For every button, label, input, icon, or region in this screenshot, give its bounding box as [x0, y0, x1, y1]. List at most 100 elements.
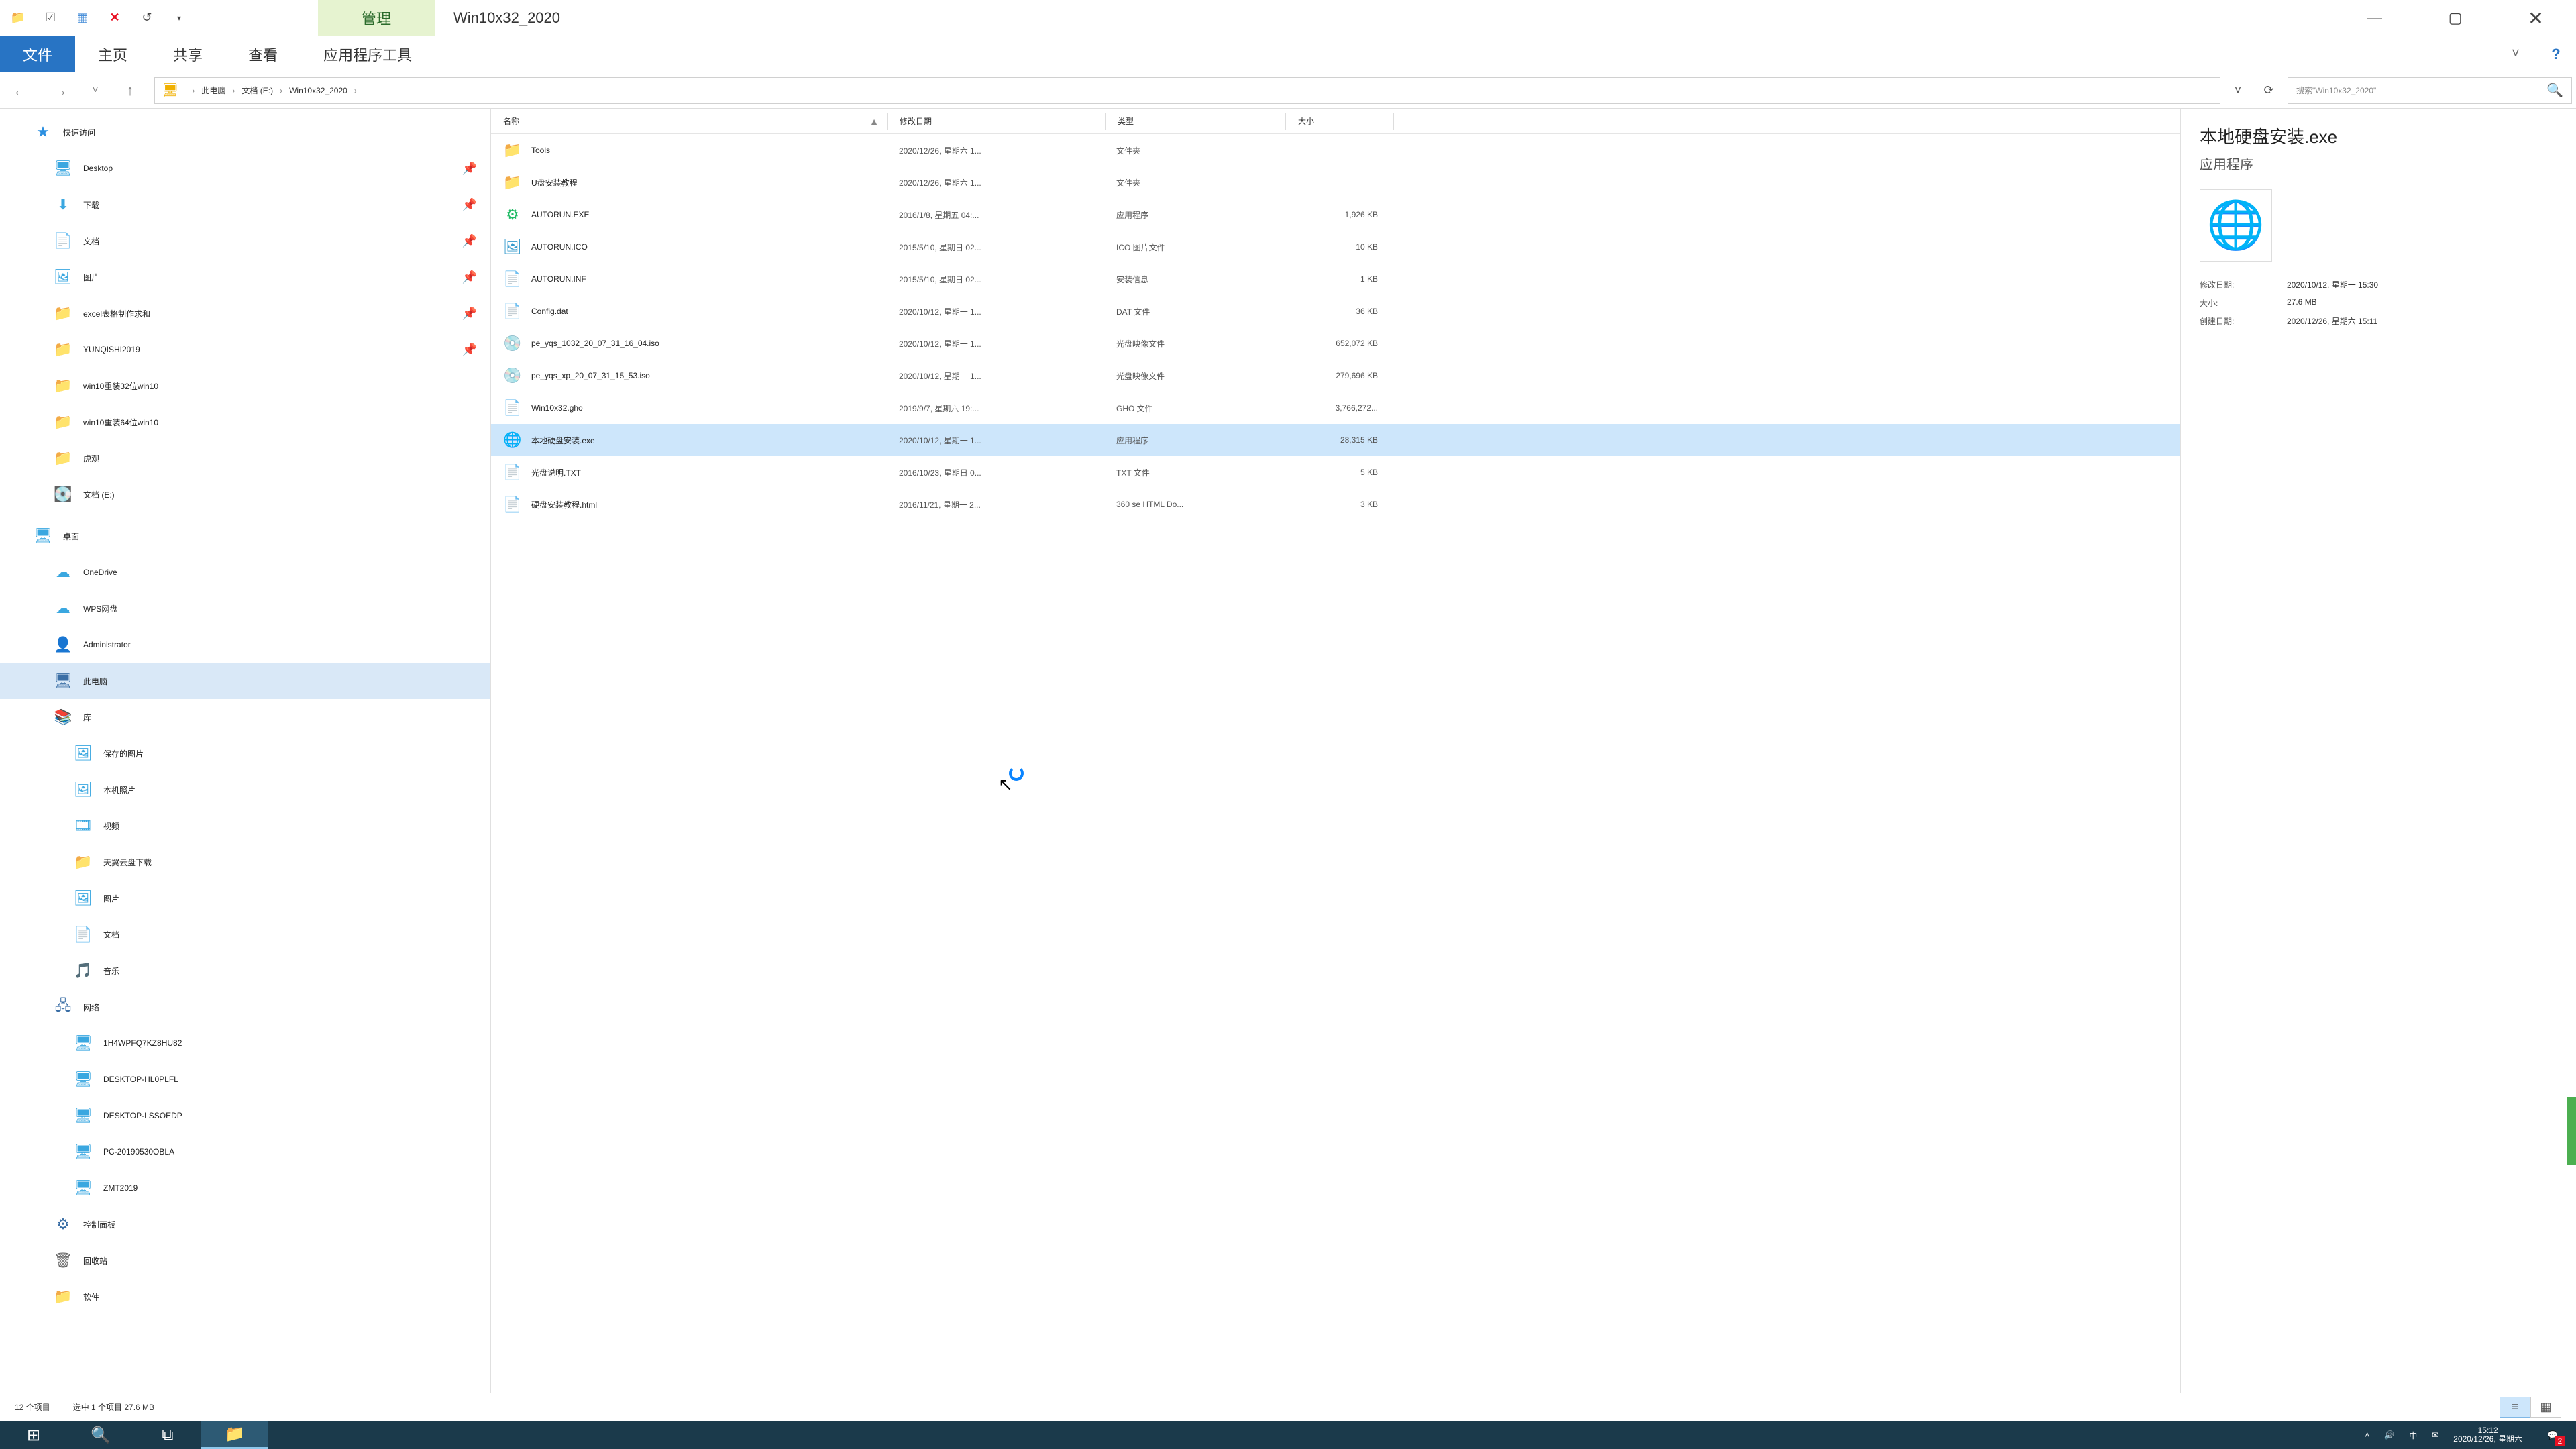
tree-documents[interactable]: 📄文档📌	[0, 223, 490, 259]
context-tab-manage[interactable]: 管理	[318, 0, 435, 36]
ribbon-tab-home[interactable]: 主页	[75, 36, 150, 72]
file-row[interactable]: 💿pe_yqs_1032_20_07_31_16_04.iso2020/10/1…	[491, 327, 2180, 360]
file-row[interactable]: 🖼AUTORUN.ICO2015/5/10, 星期日 02...ICO 图片文件…	[491, 231, 2180, 263]
edge-tab-indicator[interactable]	[2567, 1097, 2576, 1165]
tree-lib-documents[interactable]: 📄文档	[0, 916, 490, 953]
file-row[interactable]: 📄Config.dat2020/10/12, 星期一 1...DAT 文件36 …	[491, 295, 2180, 327]
search-icon[interactable]: 🔍	[2546, 82, 2563, 99]
qat-folder-icon[interactable]: 📁	[3, 8, 34, 28]
ribbon-collapse-button[interactable]: ˅	[2496, 36, 2536, 72]
view-large-icons-button[interactable]: ▦	[2530, 1397, 2561, 1418]
tree-pictures[interactable]: 🖼图片📌	[0, 259, 490, 295]
file-row[interactable]: 💿pe_yqs_xp_20_07_31_15_53.iso2020/10/12,…	[491, 360, 2180, 392]
tree-lib-music[interactable]: 🎵音乐	[0, 953, 490, 989]
tree-downloads[interactable]: ⬇下载📌	[0, 186, 490, 223]
tray-action-center[interactable]: 💬2	[2537, 1421, 2568, 1449]
address-refresh-button[interactable]: ⟳	[2255, 77, 2282, 104]
tree-lib-videos[interactable]: 🎞视频	[0, 808, 490, 844]
breadcrumb-segment[interactable]: 文档 (E:)	[241, 85, 273, 96]
window-maximize-button[interactable]: ▢	[2415, 0, 2496, 36]
tree-lib-saved-pictures[interactable]: 🖼保存的图片	[0, 735, 490, 771]
tree-wps[interactable]: ☁WPS网盘	[0, 590, 490, 627]
file-list[interactable]: 📁Tools2020/12/26, 星期六 1...文件夹📁U盘安装教程2020…	[491, 134, 2180, 521]
tree-lib-tianyi[interactable]: 📁天翼云盘下载	[0, 844, 490, 880]
ribbon-help-button[interactable]: ?	[2536, 36, 2576, 72]
address-dropdown-button[interactable]: ˅	[2224, 77, 2251, 104]
file-row[interactable]: 📄Win10x32.gho2019/9/7, 星期六 19:...GHO 文件3…	[491, 392, 2180, 424]
column-header-size[interactable]: 大小	[1286, 115, 1393, 127]
breadcrumb[interactable]: 🖥 › 此电脑 › 文档 (E:) › Win10x32_2020 ›	[154, 77, 2220, 104]
tree-control-panel[interactable]: ⚙控制面板	[0, 1206, 490, 1242]
file-row[interactable]: ⚙AUTORUN.EXE2016/1/8, 星期五 04:...应用程序1,92…	[491, 199, 2180, 231]
taskbar[interactable]: ⊞ 🔍 ⧉ 📁 ˄ 🔊 中 ✉ 15:12 2020/12/26, 星期六 💬2	[0, 1421, 2576, 1449]
tree-network-computer[interactable]: 🖥1H4WPFQ7KZ8HU82	[0, 1025, 490, 1061]
tree-user-admin[interactable]: 👤Administrator	[0, 627, 490, 663]
nav-up-button[interactable]: ↑	[110, 72, 150, 109]
tree-network-computer[interactable]: 🖥PC-20190530OBLA	[0, 1134, 490, 1170]
tree-folder-huguan[interactable]: 📁虎观	[0, 440, 490, 476]
file-row[interactable]: 📄硬盘安装教程.html2016/11/21, 星期一 2...360 se H…	[491, 488, 2180, 521]
breadcrumb-segment[interactable]: Win10x32_2020	[289, 86, 347, 95]
file-row[interactable]: 🌐本地硬盘安装.exe2020/10/12, 星期一 1...应用程序28,31…	[491, 424, 2180, 456]
tree-desktop-root[interactable]: 🖥桌面	[0, 518, 490, 554]
tree-lib-local-pictures[interactable]: 🖼本机照片	[0, 771, 490, 808]
chevron-right-icon[interactable]: ›	[354, 86, 357, 95]
nav-forward-button[interactable]: →	[40, 72, 80, 109]
window-close-button[interactable]: ✕	[2496, 0, 2576, 36]
breadcrumb-segment[interactable]: 此电脑	[201, 85, 225, 96]
taskbar-search-button[interactable]: 🔍	[67, 1421, 134, 1449]
tree-network-computer[interactable]: 🖥ZMT2019	[0, 1170, 490, 1206]
window-minimize-button[interactable]: —	[2334, 0, 2415, 36]
column-headers[interactable]: 名称▲ 修改日期 类型 大小	[491, 109, 2180, 134]
tree-drive-doc-e[interactable]: 💽文档 (E:)	[0, 476, 490, 513]
tree-folder-win10-32[interactable]: 📁win10重装32位win10	[0, 368, 490, 404]
qat-new-folder-icon[interactable]: ▦	[67, 8, 98, 28]
qat-customize-dropdown[interactable]: ▾	[164, 8, 195, 28]
column-header-name[interactable]: 名称▲	[491, 115, 887, 127]
tree-this-pc[interactable]: 🖥此电脑	[0, 663, 490, 699]
qat-undo-icon[interactable]: ↺	[131, 8, 162, 28]
tree-network[interactable]: 🖧网络	[0, 989, 490, 1025]
taskbar-file-explorer[interactable]: 📁	[201, 1421, 268, 1449]
tree-libraries[interactable]: 📚库	[0, 699, 490, 735]
ribbon-tab-apptools[interactable]: 应用程序工具	[301, 36, 435, 72]
nav-tree[interactable]: ★快速访问 🖥Desktop📌 ⬇下载📌 📄文档📌 🖼图片📌 📁excel表格制…	[0, 109, 491, 1393]
tray-clock[interactable]: 15:12 2020/12/26, 星期六	[2453, 1426, 2522, 1444]
nav-history-dropdown[interactable]: ˅	[80, 72, 110, 109]
tree-lib-pictures[interactable]: 🖼图片	[0, 880, 490, 916]
tree-network-computer[interactable]: 🖥DESKTOP-LSSOEDP	[0, 1097, 490, 1134]
tree-network-computer[interactable]: 🖥DESKTOP-HL0PLFL	[0, 1061, 490, 1097]
chevron-right-icon[interactable]: ›	[232, 86, 235, 95]
chevron-right-icon[interactable]: ›	[280, 86, 282, 95]
column-header-type[interactable]: 类型	[1106, 115, 1285, 127]
file-row[interactable]: 📄AUTORUN.INF2015/5/10, 星期日 02...安装信息1 KB	[491, 263, 2180, 295]
chevron-right-icon[interactable]: ›	[192, 86, 195, 95]
tree-desktop[interactable]: 🖥Desktop📌	[0, 150, 490, 186]
column-header-date[interactable]: 修改日期	[888, 115, 1105, 127]
nav-back-button[interactable]: ←	[0, 72, 40, 109]
tree-folder-excel[interactable]: 📁excel表格制作求和📌	[0, 295, 490, 331]
tree-folder-win10-64[interactable]: 📁win10重装64位win10	[0, 404, 490, 440]
tree-onedrive[interactable]: ☁OneDrive	[0, 554, 490, 590]
tree-recycle-bin[interactable]: 🗑回收站	[0, 1242, 490, 1279]
ribbon-tab-view[interactable]: 查看	[225, 36, 301, 72]
task-view-button[interactable]: ⧉	[134, 1421, 201, 1449]
qat-properties-icon[interactable]: ☑	[35, 8, 66, 28]
search-input[interactable]: 搜索"Win10x32_2020" 🔍	[2288, 77, 2572, 104]
column-resize-handle[interactable]	[1393, 113, 1394, 130]
file-row[interactable]: 📁Tools2020/12/26, 星期六 1...文件夹	[491, 134, 2180, 166]
qat-delete-icon[interactable]: ✕	[99, 8, 130, 28]
start-button[interactable]: ⊞	[0, 1421, 67, 1449]
tree-quick-access[interactable]: ★快速访问	[0, 114, 490, 150]
tray-mail-icon[interactable]: ✉	[2432, 1430, 2438, 1440]
file-row[interactable]: 📁U盘安装教程2020/12/26, 星期六 1...文件夹	[491, 166, 2180, 199]
ribbon-tab-file[interactable]: 文件	[0, 36, 75, 72]
tray-volume-icon[interactable]: 🔊	[2384, 1430, 2394, 1440]
tree-folder-yunqishi[interactable]: 📁YUNQISHI2019📌	[0, 331, 490, 368]
tree-folder-software[interactable]: 📁软件	[0, 1279, 490, 1315]
view-details-button[interactable]: ≡	[2500, 1397, 2530, 1418]
tray-overflow-button[interactable]: ˄	[2365, 1430, 2369, 1440]
tray-ime-indicator[interactable]: 中	[2409, 1430, 2417, 1441]
file-row[interactable]: 📄光盘说明.TXT2016/10/23, 星期日 0...TXT 文件5 KB	[491, 456, 2180, 488]
ribbon-tab-share[interactable]: 共享	[150, 36, 225, 72]
